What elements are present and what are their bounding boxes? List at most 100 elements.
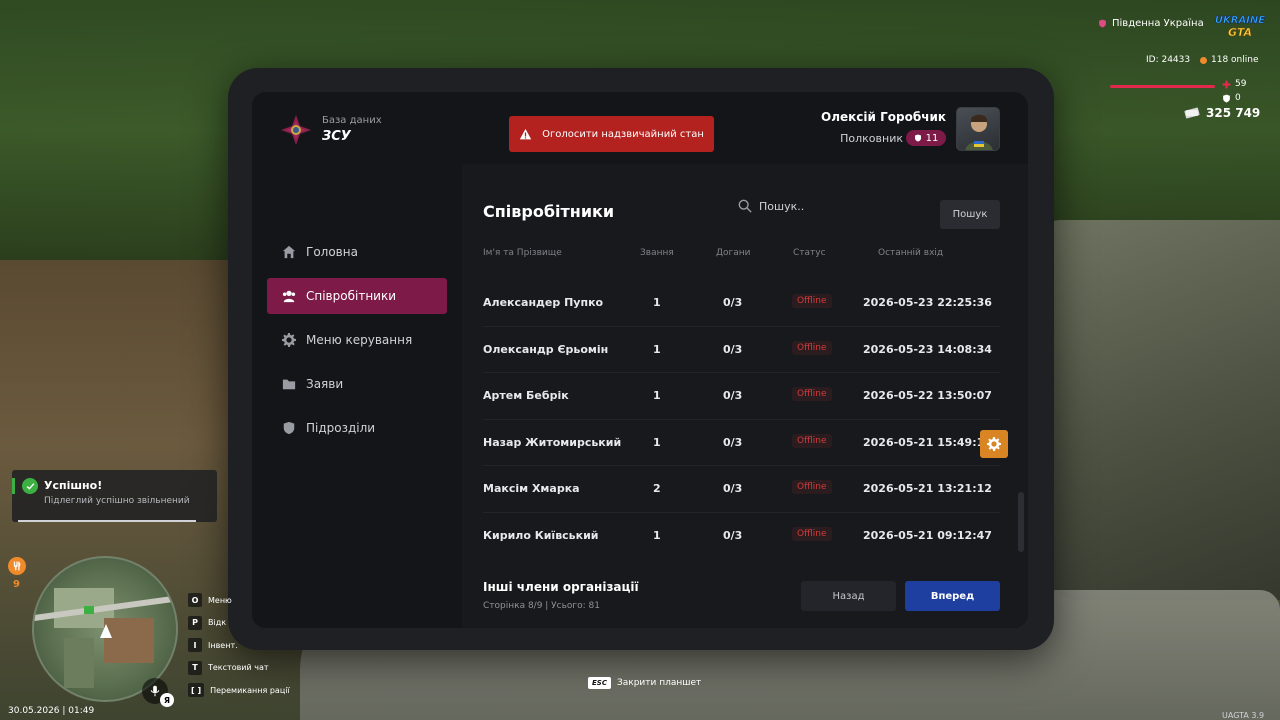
avatar[interactable] — [956, 107, 1000, 151]
gear-icon — [987, 436, 1001, 451]
sidebar-item-label: Підрозділи — [306, 421, 376, 435]
keycap: O — [188, 593, 202, 608]
sidebar-item-label: Головна — [306, 245, 358, 259]
gear-icon — [282, 333, 296, 347]
shield-icon — [283, 421, 295, 435]
sidebar-item-applications[interactable]: Заяви — [267, 366, 447, 402]
column-reprimands[interactable]: Догани — [716, 248, 751, 258]
search-input[interactable] — [759, 199, 919, 213]
employee-name: Назар Житомирський — [483, 435, 622, 449]
employee-name: Александер Пупко — [483, 296, 604, 309]
keybind-row: I Інвент. — [188, 634, 290, 657]
sidebar-item-home[interactable]: Головна — [267, 234, 447, 270]
date-time: 30.05.2026 | 01:49 — [8, 706, 95, 716]
keybind-row: T Текстовий чат — [188, 657, 290, 680]
keybind-label: Відк — [208, 618, 227, 628]
employee-rank: 2 — [653, 482, 661, 496]
close-tablet-label: Закрити планшет — [616, 678, 702, 688]
sidebar-item-label: Меню керування — [306, 333, 413, 347]
table-row[interactable]: Олександр Єрьомін 1 0/3 Offline 2026-05-… — [483, 327, 1000, 374]
zsu-emblem-icon — [281, 115, 311, 145]
version-label: UAGTA 3.9 — [1222, 711, 1265, 720]
search-icon — [738, 199, 752, 213]
online-count: 118 online — [1200, 55, 1259, 65]
keybind-row: P Відк — [188, 612, 290, 635]
pagination-info: Сторінка 8/9 | Усього: 81 — [483, 601, 601, 611]
employee-rank: 1 — [653, 342, 661, 356]
esc-keycap: ESC — [588, 677, 611, 689]
sidebar-item-control-menu[interactable]: Меню керування — [267, 322, 447, 358]
keycap: P — [188, 615, 202, 630]
prev-page-button[interactable]: Назад — [801, 581, 896, 611]
employee-name: Олександр Єрьомін — [483, 342, 609, 356]
search-button[interactable]: Пошук — [940, 200, 1000, 229]
toast-text: Підлеглий успішно звільнений — [44, 496, 190, 506]
sidebar-item-units[interactable]: Підрозділи — [267, 410, 447, 446]
keybind-label: Перемикання рації — [210, 685, 290, 695]
employee-name: Артем Бебрік — [483, 389, 569, 403]
table-scrollbar[interactable] — [1018, 492, 1024, 552]
table-row[interactable]: Максім Хмарка 2 0/3 Offline 2026-05-21 1… — [483, 466, 1000, 513]
employee-rank: 1 — [653, 296, 661, 309]
rank-badge: 11 — [906, 130, 946, 146]
search-box — [738, 194, 928, 218]
warning-icon — [519, 128, 532, 139]
table-row[interactable]: Назар Житомирський 1 0/3 Offline 2026-05… — [483, 420, 1008, 467]
armor-value: 0 — [1235, 93, 1241, 103]
sidebar-item-label: Заяви — [306, 377, 344, 391]
footer-title: Інші члени організації — [483, 580, 639, 594]
table-row[interactable]: Александер Пупко 1 0/3 Offline 2026-05-2… — [483, 280, 1000, 327]
sidebar-nav: Головна Співробітники Меню керування Зая… — [267, 234, 447, 454]
health-cross-icon — [1222, 80, 1231, 88]
rank-level: 11 — [925, 132, 939, 144]
keycap: [ ] — [188, 683, 205, 698]
employee-last-login: 2026-05-21 13:21:12 — [863, 482, 992, 496]
manage-employee-button[interactable] — [980, 429, 1008, 458]
toast-progress — [18, 520, 196, 522]
region-name: Південна Україна — [1112, 18, 1204, 29]
next-page-button[interactable]: Вперед — [905, 581, 1000, 611]
keybind-label: Текстовий чат — [208, 663, 269, 673]
column-name[interactable]: Ім'я та Прізвище — [483, 248, 562, 258]
money: 325 749 — [1184, 106, 1260, 120]
logo-subtitle: База даних — [322, 115, 382, 126]
column-status[interactable]: Статус — [793, 248, 826, 258]
employee-rank: 1 — [653, 528, 661, 542]
close-tablet-hint: ESC Закрити планшет — [588, 677, 701, 689]
background-vehicle — [1040, 220, 1280, 600]
employee-rank: 1 — [653, 389, 661, 403]
region-shield-icon — [1099, 19, 1106, 28]
employee-reprimands: 0/3 — [723, 342, 743, 356]
keybind-row: O Меню — [188, 589, 290, 612]
status-badge: Offline — [792, 340, 832, 355]
sidebar: База даних ЗСУ Головна Співробітники Мен… — [252, 92, 462, 628]
employee-table: Александер Пупко 1 0/3 Offline 2026-05-2… — [483, 280, 1008, 560]
main-content: Співробітники Пошук Ім'я та Прізвище Зва… — [462, 164, 1028, 628]
sidebar-item-label: Співробітники — [306, 289, 397, 303]
health-bar — [1110, 85, 1215, 88]
emergency-button[interactable]: Оголосити надзвичайний стан — [509, 116, 714, 152]
logo-text-1: UKRAINE — [1215, 15, 1265, 26]
user-rank: Полковник — [840, 132, 903, 145]
employee-last-login: 2026-05-23 22:25:36 — [863, 296, 992, 309]
armor-shield-icon — [1223, 94, 1230, 102]
status-badge: Offline — [792, 526, 832, 541]
users-icon — [282, 290, 296, 303]
column-last-login[interactable]: Останній вхід — [878, 248, 943, 258]
column-rank[interactable]: Звання — [640, 248, 674, 258]
sidebar-item-employees[interactable]: Співробітники — [267, 278, 447, 314]
employee-last-login: 2026-05-21 09:12:47 — [863, 528, 992, 542]
toast-accent-bar — [12, 478, 15, 494]
status-badge: Offline — [792, 387, 832, 402]
table-row[interactable]: Артем Бебрік 1 0/3 Offline 2026-05-22 13… — [483, 373, 1000, 420]
employee-last-login: 2026-05-21 15:49:17 — [863, 435, 992, 449]
avatar-portrait-icon — [965, 114, 993, 150]
employee-reprimands: 0/3 — [723, 296, 743, 309]
check-icon — [22, 478, 38, 494]
table-row[interactable]: Кирило Київський 1 0/3 Offline 2026-05-2… — [483, 513, 1000, 560]
tablet-screen: База даних ЗСУ Головна Співробітники Мен… — [252, 92, 1028, 628]
keycap: I — [188, 638, 202, 653]
hunger-icon — [8, 557, 26, 575]
employee-reprimands: 0/3 — [723, 528, 743, 542]
employee-name: Кирило Київський — [483, 528, 599, 542]
